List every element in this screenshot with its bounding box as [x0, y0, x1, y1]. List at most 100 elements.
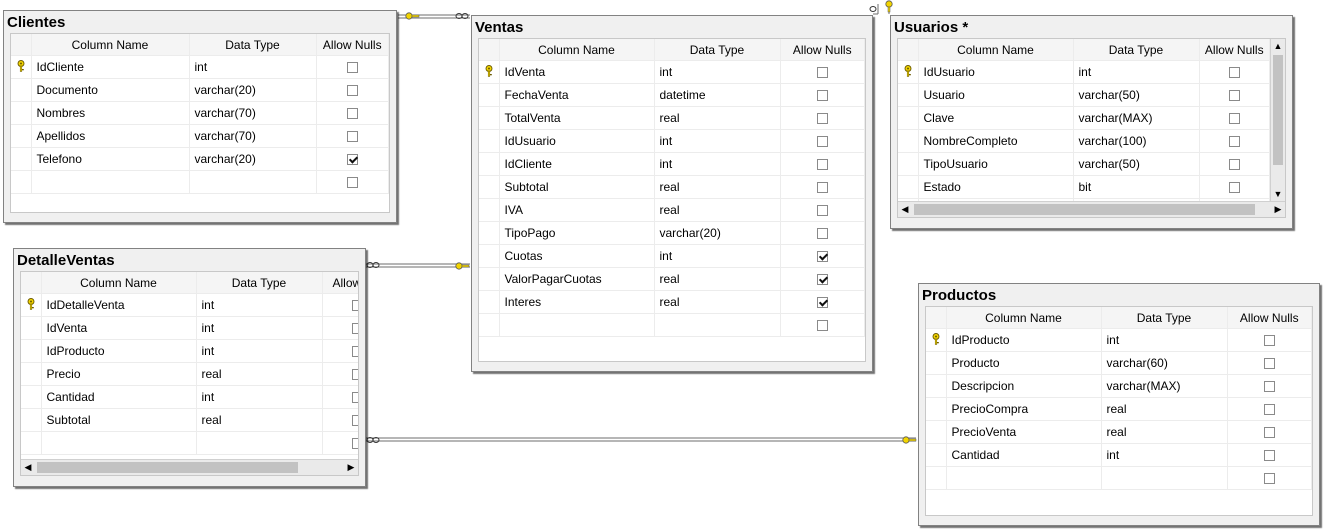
- column-name-cell[interactable]: TipoUsuario: [918, 152, 1074, 176]
- table-row[interactable]: Apellidos varchar(70): [11, 124, 389, 148]
- row-selector[interactable]: [479, 152, 500, 176]
- data-type-cell[interactable]: int: [1101, 443, 1228, 467]
- column-name-cell[interactable]: IdUsuario: [499, 129, 655, 153]
- column-name-cell[interactable]: [946, 466, 1102, 490]
- row-selector[interactable]: [11, 78, 32, 102]
- data-type-cell[interactable]: [1101, 466, 1228, 490]
- table-row[interactable]: Subtotal real: [479, 175, 865, 199]
- data-type-cell[interactable]: real: [654, 198, 781, 222]
- row-selector[interactable]: [926, 374, 947, 398]
- data-type-cell[interactable]: real: [196, 408, 323, 432]
- row-selector[interactable]: [479, 267, 500, 291]
- table-row[interactable]: PrecioVenta real: [926, 420, 1312, 444]
- data-type-cell[interactable]: real: [654, 106, 781, 130]
- data-type-cell[interactable]: real: [1101, 397, 1228, 421]
- data-type-cell[interactable]: int: [654, 129, 781, 153]
- row-selector[interactable]: [898, 106, 919, 130]
- allow-nulls-checkbox[interactable]: [816, 136, 828, 148]
- row-selector[interactable]: [479, 129, 500, 153]
- allow-nulls-checkbox[interactable]: [816, 297, 828, 309]
- data-type-cell[interactable]: varchar(70): [189, 124, 317, 148]
- data-type-cell[interactable]: int: [196, 385, 323, 409]
- row-selector[interactable]: [926, 466, 947, 490]
- column-name-cell[interactable]: Clave: [918, 106, 1074, 130]
- allow-nulls-checkbox[interactable]: [816, 113, 828, 125]
- allow-nulls-checkbox[interactable]: [1228, 136, 1240, 148]
- row-selector[interactable]: [21, 431, 42, 455]
- table-row[interactable]: Interes real: [479, 290, 865, 314]
- table-detalleventas[interactable]: DetalleVentas Column Name Data Type Allo…: [13, 248, 366, 487]
- column-name-cell[interactable]: IdCliente: [499, 152, 655, 176]
- allow-nulls-checkbox[interactable]: [346, 154, 358, 166]
- column-name-cell[interactable]: FechaVenta: [499, 83, 655, 107]
- scroll-thumb[interactable]: [37, 462, 298, 473]
- row-selector[interactable]: [926, 420, 947, 444]
- column-name-cell[interactable]: IdVenta: [41, 316, 197, 340]
- column-name-cell[interactable]: Telefono: [31, 147, 190, 171]
- row-selector[interactable]: [11, 101, 32, 125]
- table-row[interactable]: ValorPagarCuotas real: [479, 267, 865, 291]
- column-name-cell[interactable]: Documento: [31, 78, 190, 102]
- table-row[interactable]: TotalVenta real: [479, 106, 865, 130]
- column-name-cell[interactable]: Descripcion: [946, 374, 1102, 398]
- table-row[interactable]: IVA real: [479, 198, 865, 222]
- row-selector[interactable]: [11, 55, 32, 79]
- relation-productos-detalleventas[interactable]: [366, 437, 916, 442]
- scroll-down-icon[interactable]: ▼: [1271, 187, 1285, 201]
- row-selector[interactable]: [898, 83, 919, 107]
- data-type-cell[interactable]: varchar(20): [189, 78, 317, 102]
- data-type-cell[interactable]: real: [196, 362, 323, 386]
- column-name-cell[interactable]: Cuotas: [499, 244, 655, 268]
- row-selector[interactable]: [898, 129, 919, 153]
- table-row[interactable]: PrecioCompra real: [926, 397, 1312, 421]
- table-row[interactable]: IdVenta int: [479, 60, 865, 84]
- column-name-cell[interactable]: Cantidad: [41, 385, 197, 409]
- data-type-cell[interactable]: [654, 313, 781, 337]
- data-type-cell[interactable]: varchar(20): [189, 147, 317, 171]
- table-row[interactable]: Subtotal real: [21, 408, 358, 432]
- data-type-cell[interactable]: int: [1073, 60, 1200, 84]
- allow-nulls-checkbox[interactable]: [816, 320, 828, 332]
- allow-nulls-checkbox[interactable]: [346, 177, 358, 189]
- allow-nulls-checkbox[interactable]: [351, 438, 358, 450]
- data-type-cell[interactable]: varchar(50): [1073, 152, 1200, 176]
- data-type-cell[interactable]: varchar(MAX): [1101, 374, 1228, 398]
- horizontal-scrollbar[interactable]: ◀ ▶: [21, 459, 358, 475]
- row-selector[interactable]: [479, 290, 500, 314]
- column-name-cell[interactable]: Subtotal: [41, 408, 197, 432]
- column-name-cell[interactable]: [41, 431, 197, 455]
- column-name-cell[interactable]: IdProducto: [41, 339, 197, 363]
- table-row[interactable]: IdCliente int: [479, 152, 865, 176]
- row-selector[interactable]: [11, 124, 32, 148]
- table-ventas[interactable]: Ventas Column Name Data Type Allow Nulls…: [471, 15, 873, 372]
- data-type-cell[interactable]: [189, 170, 317, 194]
- table-row[interactable]: IdCliente int: [11, 55, 389, 79]
- data-type-cell[interactable]: bit: [1073, 175, 1200, 199]
- row-selector[interactable]: [898, 152, 919, 176]
- allow-nulls-checkbox[interactable]: [816, 67, 828, 79]
- column-name-cell[interactable]: Precio: [41, 362, 197, 386]
- table-row[interactable]: IdVenta int: [21, 316, 358, 340]
- column-name-cell[interactable]: IVA: [499, 198, 655, 222]
- row-selector[interactable]: [21, 339, 42, 363]
- row-selector[interactable]: [926, 443, 947, 467]
- table-row[interactable]: IdUsuario int: [479, 129, 865, 153]
- allow-nulls-checkbox[interactable]: [1228, 67, 1240, 79]
- row-selector[interactable]: [479, 221, 500, 245]
- row-selector[interactable]: [21, 316, 42, 340]
- column-name-cell[interactable]: IdVenta: [499, 60, 655, 84]
- allow-nulls-checkbox[interactable]: [346, 131, 358, 143]
- table-title[interactable]: DetalleVentas: [14, 249, 365, 271]
- allow-nulls-checkbox[interactable]: [1263, 358, 1275, 370]
- table-row[interactable]: FechaVenta datetime: [479, 83, 865, 107]
- data-type-cell[interactable]: real: [1101, 420, 1228, 444]
- table-title[interactable]: Usuarios *: [891, 16, 1292, 38]
- allow-nulls-checkbox[interactable]: [1228, 159, 1240, 171]
- new-column-row[interactable]: [479, 313, 865, 337]
- table-row[interactable]: NombreCompleto varchar(100): [898, 129, 1270, 153]
- new-column-row[interactable]: [926, 466, 1312, 490]
- column-name-cell[interactable]: Cantidad: [946, 443, 1102, 467]
- table-productos[interactable]: Productos Column Name Data Type Allow Nu…: [918, 283, 1320, 526]
- allow-nulls-checkbox[interactable]: [816, 205, 828, 217]
- row-selector[interactable]: [479, 175, 500, 199]
